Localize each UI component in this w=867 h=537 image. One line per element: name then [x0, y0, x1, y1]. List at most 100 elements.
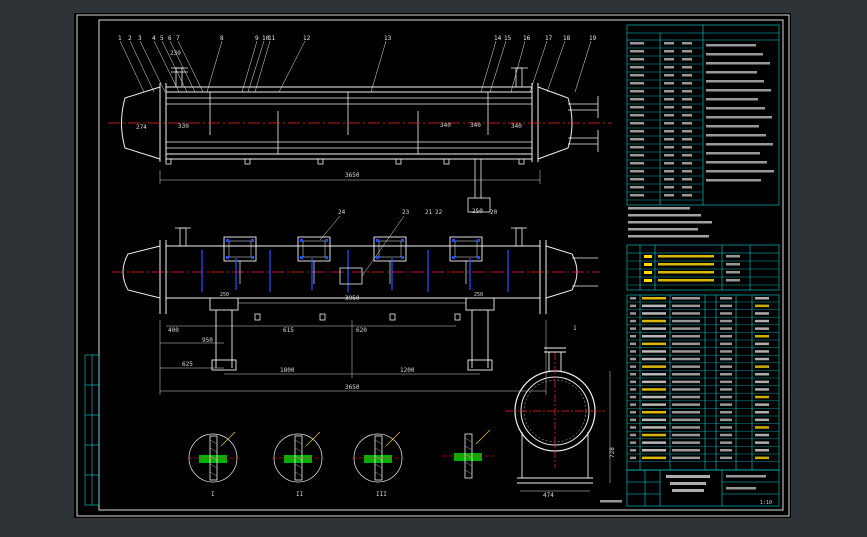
flange-bolt: [226, 239, 229, 242]
parts-num: [630, 380, 636, 384]
spec-cell-text: [682, 106, 692, 109]
part-number-label: 9: [255, 35, 259, 42]
cad-viewport[interactable]: 3650 230 274 330 340 340 340 250 21 22 2…: [0, 0, 867, 533]
top-dim-mid-a: 340: [440, 122, 451, 129]
spec-cell-text: [630, 146, 644, 149]
parts-name: [672, 426, 700, 429]
parts-material: [720, 373, 732, 376]
parts-code: [642, 335, 666, 338]
flange-bolt: [226, 256, 229, 259]
spec-cell-text: [682, 194, 692, 197]
spec-note-text: [706, 80, 764, 83]
front-dim-h: 1200: [400, 367, 415, 374]
flange-bolt: [251, 239, 254, 242]
detail-label: I: [211, 491, 215, 498]
nozzle-mark: [644, 263, 652, 266]
part-number-label: 3: [138, 35, 142, 42]
spec-note-text: [706, 161, 767, 164]
bottom-caption: [600, 500, 622, 503]
title-scale: 1:10: [760, 500, 772, 506]
weld-detail-icon: [364, 455, 392, 463]
parts-note: [755, 350, 769, 353]
spec-cell-text: [630, 106, 644, 109]
parts-material: [720, 357, 732, 361]
parts-num: [630, 433, 636, 437]
parts-note: [755, 449, 769, 452]
parts-num: [630, 426, 636, 429]
parts-material: [720, 426, 732, 429]
spec-note-text: [706, 143, 773, 146]
spec-note-text: [706, 71, 757, 74]
parts-note: [755, 403, 769, 406]
parts-name: [672, 395, 700, 399]
part-number-label: 6: [168, 35, 172, 42]
parts-code: [642, 365, 666, 368]
flange-bolt: [376, 239, 379, 242]
spec-cell-text: [664, 106, 674, 109]
top-dim-right-head: 340: [511, 123, 522, 130]
front-dim-d: 620: [356, 327, 367, 334]
parts-code: [642, 441, 666, 444]
parts-num: [630, 312, 636, 315]
parts-note: [755, 319, 769, 323]
front-dim-e: 950: [202, 337, 213, 344]
spec-cell-text: [630, 82, 644, 85]
parts-note: [755, 365, 769, 368]
parts-code: [642, 388, 666, 391]
spec-cell-text: [664, 50, 674, 53]
spec-cell-text: [664, 90, 674, 93]
parts-num: [630, 456, 636, 460]
flange-bolt: [325, 256, 328, 259]
parts-material: [720, 327, 732, 330]
spec-cell-text: [664, 178, 674, 181]
flange-bolt: [251, 256, 254, 259]
part-number-label: 8: [220, 35, 224, 42]
front-dim-a: 3950: [345, 295, 360, 302]
parts-code: [642, 426, 666, 429]
spec-cell-text: [630, 130, 644, 133]
nozzle-spec-text: [658, 255, 714, 258]
parts-num: [630, 411, 636, 414]
parts-name: [672, 380, 700, 384]
parts-num: [630, 342, 636, 346]
nozzle-cell-text: [726, 279, 740, 282]
front-dim-b: 400: [168, 327, 179, 334]
parts-num: [630, 373, 636, 376]
parts-note: [755, 304, 769, 308]
spec-cell-text: [664, 66, 674, 69]
parts-name: [672, 327, 700, 330]
parts-name: [672, 312, 700, 315]
spec-cell-text: [682, 82, 692, 85]
spec-cell-text: [664, 98, 674, 101]
nozzle-cell-text: [726, 255, 740, 258]
spec-cell-text: [630, 154, 644, 157]
flange-bolt: [376, 256, 379, 259]
spec-note-text: [706, 89, 771, 92]
parts-name: [672, 449, 700, 452]
parts-material: [720, 380, 732, 384]
parts-material: [720, 312, 732, 315]
spec-note-text: [706, 116, 772, 119]
parts-material: [720, 335, 732, 338]
part-number-label: 17: [545, 35, 553, 42]
part-number-label: 7: [176, 35, 180, 42]
parts-num: [630, 335, 636, 338]
spec-note-text: [706, 170, 774, 173]
title-drawing-no: [726, 487, 756, 490]
parts-material: [720, 350, 732, 353]
parts-note: [755, 297, 769, 300]
spec-cell-text: [630, 50, 644, 53]
parts-name: [672, 373, 700, 376]
spec-note-text: [706, 152, 760, 155]
parts-material: [720, 365, 732, 368]
parts-material: [720, 441, 732, 444]
parts-note: [755, 433, 769, 437]
spec-cell-text: [630, 122, 644, 125]
parts-note: [755, 380, 769, 384]
parts-code: [642, 373, 666, 376]
front-tag-1: 24: [338, 209, 346, 216]
spec-cell-text: [630, 58, 644, 61]
parts-note: [755, 327, 769, 330]
spec-cell-text: [682, 122, 692, 125]
parts-code: [642, 395, 666, 399]
